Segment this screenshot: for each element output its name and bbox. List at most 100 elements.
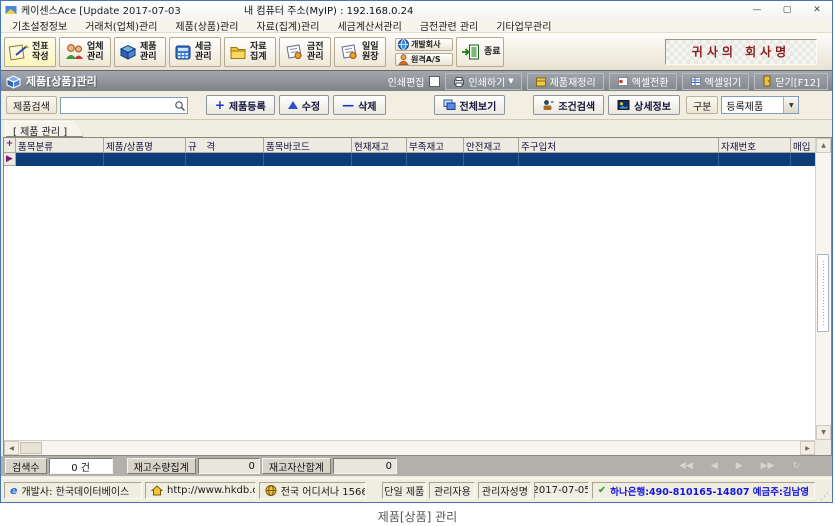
date-panel: 2017-07-05 <box>534 482 589 499</box>
product-mgmt-button[interactable]: 제품관리 <box>114 37 166 67</box>
print-edit-label: 인쇄편집 <box>388 74 425 89</box>
horizontal-scrollbar[interactable]: ◀ ▶ <box>4 440 815 455</box>
col-header-barcode[interactable]: 품목바코드 <box>264 138 352 153</box>
detail-info-button[interactable]: 상세정보 <box>608 95 680 115</box>
nav-first-icon[interactable]: ◀◀ <box>679 461 693 471</box>
website-panel[interactable]: http://www.hkdb.co.kr <box>145 482 256 499</box>
close-panel-button[interactable]: 닫기[F12] <box>754 73 828 90</box>
summary-bar: 검색수 0 건 재고수량집계 0 재고자산합계 0 ◀◀ ◀ ▶ ▶▶ ↻ <box>1 456 832 476</box>
nav-next-icon[interactable]: ▶ <box>736 461 743 471</box>
horizontal-scroll-thumb[interactable] <box>20 442 42 454</box>
condition-search-button[interactable]: 조건검색 <box>533 95 604 115</box>
print-edit-checkbox[interactable] <box>429 76 440 87</box>
maximize-icon[interactable]: ▢ <box>772 1 802 18</box>
minus-icon: — <box>342 101 354 109</box>
scroll-left-icon[interactable]: ◀ <box>4 441 19 455</box>
remote-as-button[interactable]: 원격A/S <box>395 53 453 66</box>
daily-ledger-button[interactable]: 일일원장 <box>334 37 386 67</box>
dev-company-button[interactable]: 개발회사 <box>395 38 453 51</box>
scroll-up-icon[interactable]: ▲ <box>816 138 831 153</box>
blue-box-icon <box>118 42 138 62</box>
title-bar: 케이센스Ace [Update 2017-07-03 내 컴퓨터 주소(MyIP… <box>1 1 832 18</box>
data-aggregate-button[interactable]: 자료집계 <box>224 37 276 67</box>
reorganize-icon <box>535 76 547 87</box>
app-window: 케이센스Ace [Update 2017-07-03 내 컴퓨터 주소(MyIP… <box>0 0 833 503</box>
close-icon[interactable]: ✕ <box>802 1 832 18</box>
selected-empty-row[interactable]: ▶ <box>4 153 815 166</box>
col-header-category[interactable]: 품목분류 <box>16 138 104 153</box>
section-header-actions: 인쇄편집 인쇄하기 ▼ 제품재정리 엑셀전환 <box>388 73 828 90</box>
vertical-scrollbar[interactable]: ▲ ▼ <box>815 138 831 440</box>
category-selected-value: 등록제품 <box>722 98 783 113</box>
condition-search-icon <box>542 99 554 111</box>
modify-button[interactable]: 수정 <box>279 95 329 115</box>
product-reorganize-button[interactable]: 제품재정리 <box>527 73 604 90</box>
menu-basic-settings[interactable]: 기초설정정보 <box>3 18 76 33</box>
excel-import-button[interactable]: 엑셀읽기 <box>682 73 750 90</box>
excel-export-button[interactable]: 엑셀전환 <box>609 73 677 90</box>
print-button[interactable]: 인쇄하기 ▼ <box>445 73 521 90</box>
globe-icon <box>265 485 277 496</box>
scroll-down-icon[interactable]: ▼ <box>816 425 831 440</box>
col-header-current-stock[interactable]: 현재재고 <box>352 138 407 153</box>
col-header-spec[interactable]: 규 격 <box>186 138 264 153</box>
manager-name-panel: 관리자성명 <box>478 482 531 499</box>
scroll-right-icon[interactable]: ▶ <box>800 441 815 455</box>
nav-refresh-icon[interactable]: ↻ <box>792 461 800 471</box>
search-icon[interactable] <box>174 100 186 112</box>
picture-icon <box>617 99 630 111</box>
record-navigator: ◀◀ ◀ ▶ ▶▶ ↻ <box>679 461 800 471</box>
row-marker-icon: ▶ <box>4 153 16 166</box>
money-mgmt-button[interactable]: 금전관리 <box>279 37 331 67</box>
delete-button[interactable]: — 삭제 <box>333 95 385 115</box>
product-search-input[interactable] <box>61 103 187 118</box>
menu-bar: 기초설정정보 거래처(업체)관리 제품(상품)관리 자료(집계)관리 세금계산서… <box>1 18 832 33</box>
screenshot-caption: 제품[상품] 관리 <box>0 508 835 525</box>
col-header-safe-stock[interactable]: 안전재고 <box>464 138 519 153</box>
stock-qty-value: 0 <box>198 458 260 474</box>
app-icon <box>5 4 17 15</box>
folder-icon <box>228 42 248 62</box>
menu-data-aggregate[interactable]: 자료(집계)관리 <box>247 18 328 33</box>
window-title: 케이센스Ace [Update 2017-07-03 <box>21 2 181 17</box>
menu-client-mgmt[interactable]: 거래처(업체)관리 <box>76 18 166 33</box>
product-grid: + 품목분류 제품/상품명 규 격 품목바코드 현재재고 부족재고 안전재고 주… <box>3 137 832 456</box>
col-header-product-name[interactable]: 제품/상품명 <box>104 138 186 153</box>
client-mgmt-button[interactable]: 업체관리 <box>59 37 111 67</box>
col-header-short-stock[interactable]: 부족재고 <box>407 138 464 153</box>
view-all-button[interactable]: 전체보기 <box>434 95 506 115</box>
plus-icon: + <box>215 100 225 110</box>
menu-tax-invoice[interactable]: 세금계산서관리 <box>328 18 410 33</box>
menu-etc-mgmt[interactable]: 기타업무관리 <box>487 18 560 33</box>
resize-grip[interactable]: ⋰ <box>820 492 829 502</box>
nav-prev-icon[interactable]: ◀ <box>711 461 718 471</box>
home-icon <box>151 485 163 496</box>
main-toolbar: 전표작성 업체관리 제품관리 세금관리 자료집계 <box>1 33 832 70</box>
product-register-button[interactable]: + 제품등록 <box>206 95 275 115</box>
company-name-box: 귀사의 회사명 <box>665 39 817 65</box>
blue-box-icon <box>5 73 22 90</box>
tab-product-mgmt[interactable]: [ 제품 관리 ] <box>5 121 83 137</box>
col-header-material-no[interactable]: 자재번호 <box>719 138 791 153</box>
exit-button[interactable]: 종료 <box>456 37 504 67</box>
stock-asset-label: 재고자산합계 <box>262 458 331 474</box>
bank-info-panel: ✔ 하나은행:490-810165-14807 예금주:김남영 <box>592 482 815 499</box>
menu-money-mgmt[interactable]: 금전관련 관리 <box>411 18 487 33</box>
category-dropdown[interactable]: 등록제품 ▼ <box>721 96 799 114</box>
voucher-create-button[interactable]: 전표작성 <box>4 37 56 67</box>
vertical-scroll-thumb[interactable] <box>817 254 829 332</box>
marker-header-cell[interactable]: + <box>4 138 16 153</box>
chevron-down-icon: ▼ <box>783 97 798 113</box>
col-header-purchase[interactable]: 매입 <box>791 138 815 153</box>
tax-mgmt-button[interactable]: 세금관리 <box>169 37 221 67</box>
chevron-down-icon: ▼ <box>508 77 513 85</box>
nav-last-icon[interactable]: ▶▶ <box>761 461 775 471</box>
col-header-main-supplier[interactable]: 주구입처 <box>519 138 719 153</box>
minimize-icon[interactable]: — <box>742 1 772 18</box>
check-icon: ✔ <box>598 485 606 496</box>
search-input-wrap <box>60 97 188 114</box>
grid-header-row: + 품목분류 제품/상품명 규 격 품목바코드 현재재고 부족재고 안전재고 주… <box>4 138 815 153</box>
door-icon <box>762 75 772 87</box>
status-bar: e 개발사: 한국데이터베이스 http://www.hkdb.co.kr 전국… <box>1 478 832 502</box>
menu-product-mgmt[interactable]: 제품(상품)관리 <box>166 18 247 33</box>
